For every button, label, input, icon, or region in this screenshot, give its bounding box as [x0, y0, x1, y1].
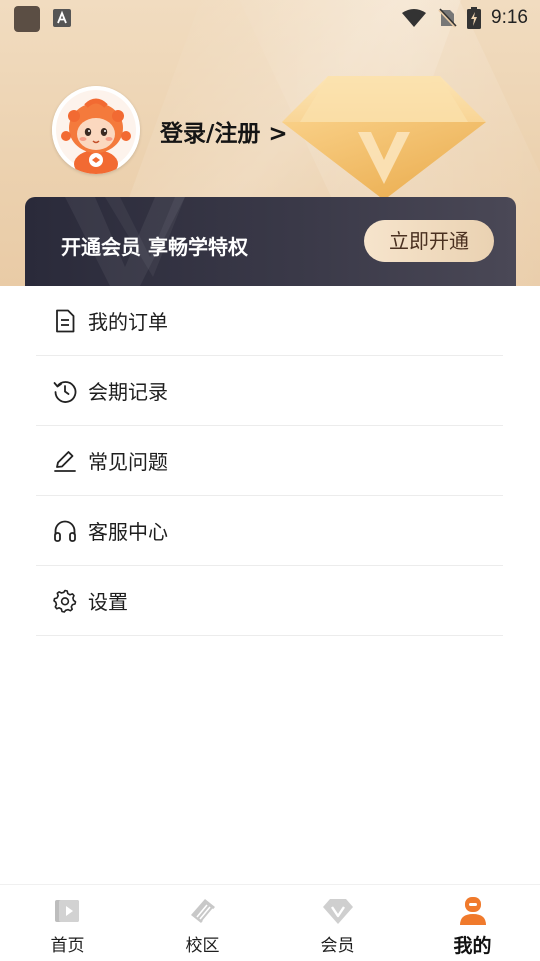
gear-icon [52, 588, 78, 614]
vip-banner-text: 开通会员 享畅学特权 [61, 235, 248, 259]
tab-label: 会员 [320, 936, 355, 956]
wifi-icon [402, 9, 427, 27]
user-icon [457, 895, 489, 927]
history-icon [52, 378, 78, 404]
menu-item-faq[interactable]: 常见问题 [36, 426, 503, 496]
menu-item-label: 客服中心 [88, 520, 168, 544]
tab-campus[interactable]: 校区 [135, 885, 270, 961]
login-register-link[interactable]: 登录/注册 > [160, 114, 288, 148]
mascot-avatar-icon [52, 86, 140, 174]
menu-item-label: 常见问题 [88, 450, 168, 474]
translate-notification-icon [53, 9, 71, 27]
menu-item-label: 会期记录 [88, 380, 168, 404]
menu-item-customer-service[interactable]: 客服中心 [36, 496, 503, 566]
profile-header: 9:16 登录/注册 > 开通会员 享畅学特权 立即开通 [0, 0, 540, 286]
status-time: 9:16 [491, 7, 528, 28]
bottom-tab-bar: 首页 校区 会员 我的 [0, 884, 540, 961]
tab-mine[interactable]: 我的 [405, 885, 540, 961]
menu-item-label: 我的订单 [88, 310, 168, 334]
no-sim-icon [438, 8, 457, 28]
avatar[interactable] [52, 86, 140, 174]
headset-icon [52, 518, 78, 544]
tab-label: 首页 [50, 936, 85, 956]
document-icon [52, 308, 78, 334]
menu-item-membership-history[interactable]: 会期记录 [36, 356, 503, 426]
menu-item-label: 设置 [88, 590, 128, 614]
diamond-icon [282, 76, 486, 200]
status-bar: 9:16 [0, 0, 540, 36]
menu-list: 我的订单 会期记录 常见问题 客服中心 设置 [36, 286, 503, 636]
campus-icon [187, 895, 219, 927]
activate-vip-button[interactable]: 立即开通 [364, 220, 494, 262]
tab-home[interactable]: 首页 [0, 885, 135, 961]
vip-banner[interactable]: 开通会员 享畅学特权 立即开通 [25, 197, 516, 286]
app-notification-icon [14, 6, 40, 32]
battery-charging-icon [467, 7, 482, 29]
tab-label: 我的 [453, 935, 492, 957]
tab-label: 校区 [185, 936, 220, 956]
video-icon [52, 895, 84, 927]
menu-item-orders[interactable]: 我的订单 [36, 286, 503, 356]
diamond-icon [322, 895, 354, 927]
edit-icon [52, 448, 78, 474]
tab-membership[interactable]: 会员 [270, 885, 405, 961]
menu-item-settings[interactable]: 设置 [36, 566, 503, 636]
